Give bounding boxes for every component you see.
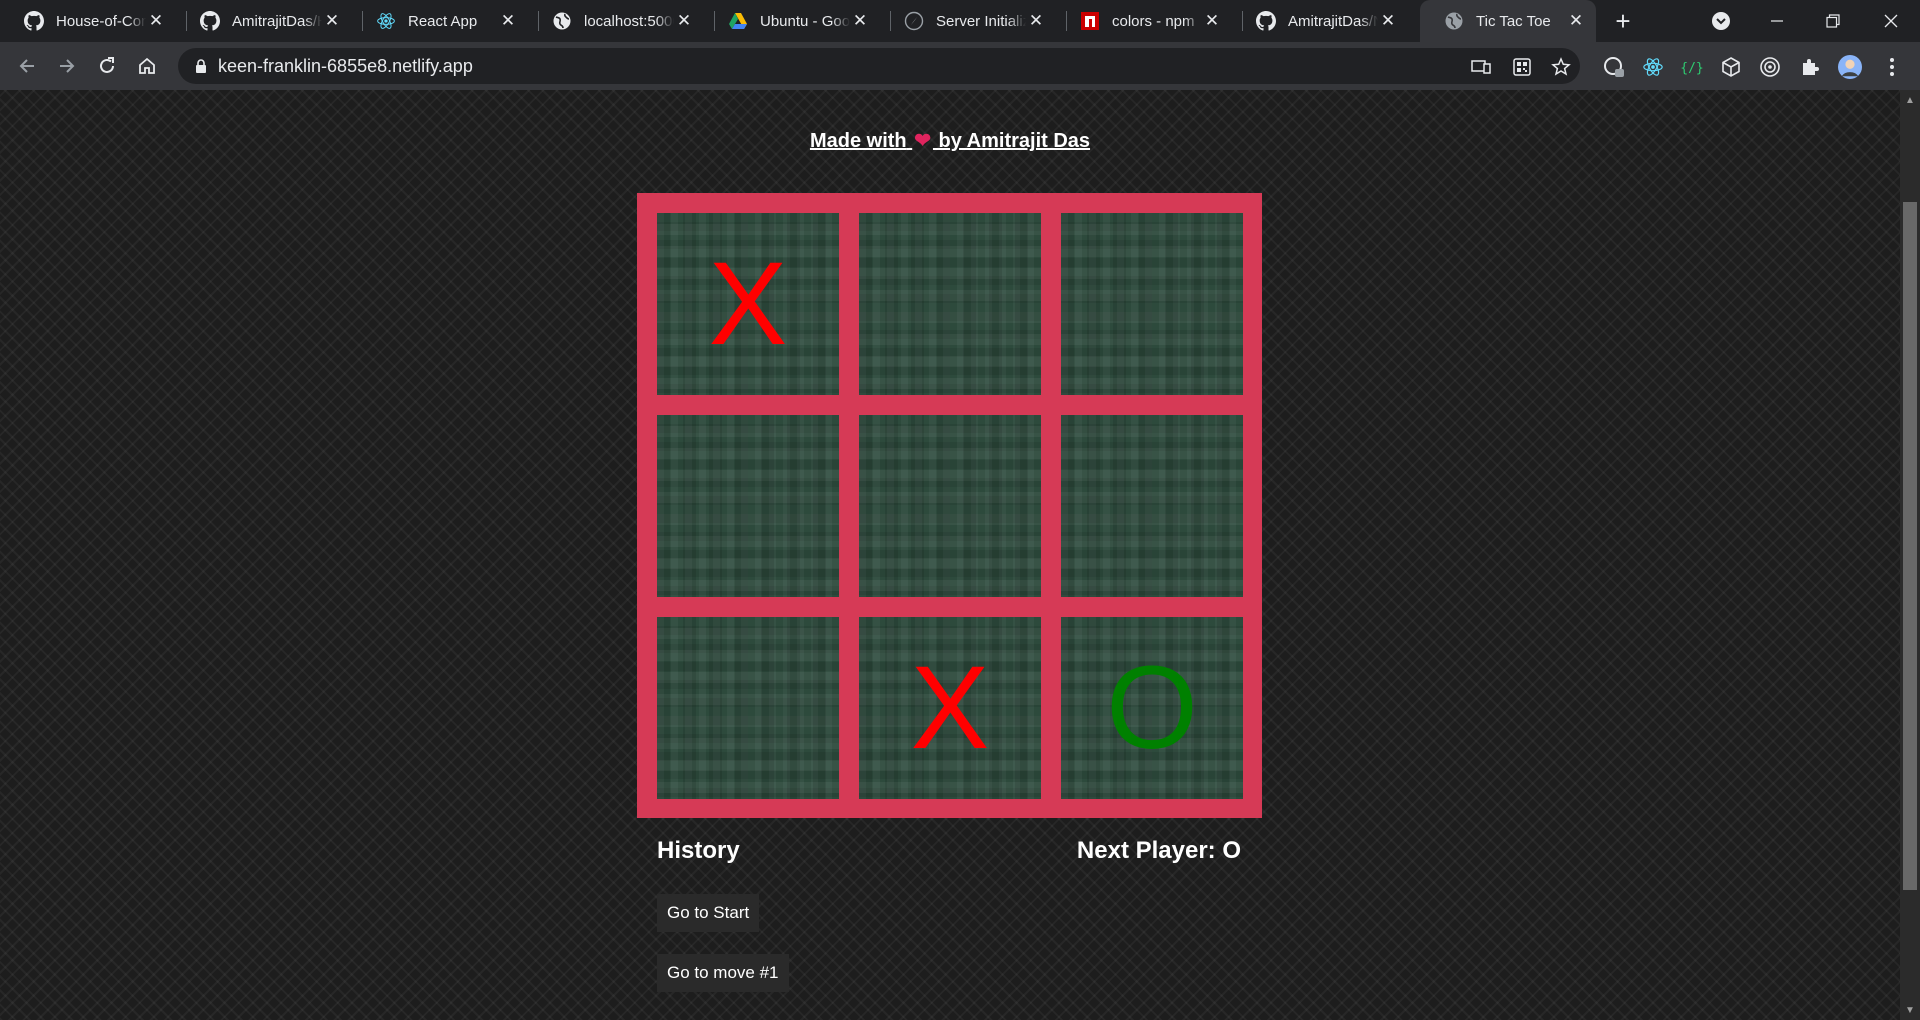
tab-house-of-com[interactable]: House-of-Com ✕ (0, 0, 176, 42)
npm-icon (1080, 11, 1100, 31)
tab-colors-npm[interactable]: colors - npm ✕ (1056, 0, 1232, 42)
minimize-icon (1771, 20, 1783, 22)
restore-icon (1826, 14, 1840, 28)
tab-title: Tic Tac Toe (1476, 12, 1551, 30)
scroll-up-arrow-icon[interactable]: ▲ (1900, 90, 1920, 110)
close-tab-icon[interactable]: ✕ (850, 11, 870, 31)
back-button[interactable] (12, 51, 42, 81)
go-to-move-1-button[interactable]: Go to move #1 (657, 954, 789, 992)
tab-title: Server Initializ (936, 12, 1026, 30)
close-tab-icon[interactable]: ✕ (146, 11, 166, 31)
tab-search-button[interactable] (1706, 6, 1736, 36)
close-tab-icon[interactable]: ✕ (1378, 11, 1398, 31)
extension-cube-icon[interactable] (1719, 55, 1743, 79)
next-player-status: Next Player: O (1076, 837, 1241, 864)
scroll-down-arrow-icon[interactable]: ▼ (1900, 1000, 1920, 1020)
globe-icon (552, 11, 572, 31)
close-icon (1884, 14, 1898, 28)
close-window-button[interactable] (1876, 6, 1906, 36)
arrow-left-icon (19, 59, 34, 73)
url-text[interactable]: keen-franklin-6855e8.netlify.app (218, 56, 473, 77)
scrollbar-thumb[interactable] (1903, 202, 1917, 890)
bookmark-star-icon[interactable] (1550, 56, 1572, 78)
close-tab-icon[interactable]: ✕ (1026, 11, 1046, 31)
game-board: X X O (637, 193, 1262, 818)
board-cell-8[interactable]: X (859, 617, 1041, 799)
github-icon (1256, 11, 1276, 31)
tab-tic-tac-toe[interactable]: Tic Tac Toe ✕ (1420, 0, 1596, 42)
extension-target-icon[interactable] (1758, 55, 1782, 79)
board-cell-3[interactable] (1061, 213, 1243, 395)
arrow-right-icon (60, 59, 75, 73)
google-drive-icon (728, 11, 748, 31)
tab-strip: House-of-Com ✕ AmitrajitDas/H ✕ React Ap… (0, 0, 1920, 42)
tab-title: localhost:5000 (584, 12, 674, 30)
extensions-puzzle-icon[interactable] (1798, 55, 1822, 79)
avatar[interactable] (1838, 55, 1862, 79)
board-cell-9[interactable]: O (1061, 617, 1243, 799)
cell-mark: X (708, 238, 788, 370)
globe-icon (1444, 11, 1464, 31)
browser-toolbar: keen-franklin-6855e8.netlify.app {/} (0, 42, 1920, 90)
board-cell-2[interactable] (859, 213, 1041, 395)
compass-icon (904, 11, 924, 31)
board-cell-7[interactable] (657, 617, 839, 799)
react-icon (376, 11, 396, 31)
credit-text-before: Made with (809, 130, 907, 152)
qr-code-icon[interactable] (1511, 56, 1533, 78)
tab-title: AmitrajitDas/N (1288, 12, 1378, 30)
home-button[interactable] (132, 51, 162, 81)
menu-kebab-icon[interactable] (1880, 55, 1904, 79)
new-tab-button[interactable]: + (1608, 6, 1638, 36)
close-tab-icon[interactable]: ✕ (498, 11, 518, 31)
address-bar[interactable]: keen-franklin-6855e8.netlify.app (178, 48, 1580, 84)
credit-text-after: by Amitrajit Das (938, 130, 1091, 152)
cell-mark: X (910, 642, 990, 774)
close-tab-icon[interactable]: ✕ (322, 11, 342, 31)
restore-button[interactable] (1818, 6, 1848, 36)
react-devtools-icon[interactable] (1641, 55, 1665, 79)
svg-text:{/}: {/} (1681, 61, 1703, 76)
heart-icon: ❤ (914, 130, 931, 152)
board-cell-6[interactable] (1061, 415, 1243, 597)
tab-title: Ubuntu - Goo (760, 12, 850, 30)
tab-ubuntu[interactable]: Ubuntu - Goo ✕ (704, 0, 880, 42)
board-cell-4[interactable] (657, 415, 839, 597)
chevron-down-icon (1712, 12, 1730, 30)
tab-title: React App (408, 12, 478, 30)
extension-stylus-icon[interactable] (1602, 55, 1626, 79)
install-app-icon[interactable] (1470, 56, 1492, 78)
cell-mark: O (1106, 642, 1198, 774)
credit-link[interactable]: Made with ❤ by Amitrajit Das (0, 128, 1900, 153)
close-tab-icon[interactable]: ✕ (674, 11, 694, 31)
lock-icon[interactable] (194, 58, 208, 74)
tab-amitrajitdas-h[interactable]: AmitrajitDas/H ✕ (176, 0, 352, 42)
tab-title: AmitrajitDas/H (232, 12, 322, 30)
tab-localhost[interactable]: localhost:5000 ✕ (528, 0, 704, 42)
github-icon (200, 11, 220, 31)
board-cell-5[interactable] (859, 415, 1041, 597)
minimize-button[interactable] (1762, 6, 1792, 36)
home-icon (139, 57, 155, 74)
tab-server-initializ[interactable]: Server Initializ ✕ (880, 0, 1056, 42)
extension-brackets-icon[interactable]: {/} (1680, 55, 1704, 79)
tab-amitrajitdas-n[interactable]: AmitrajitDas/N ✕ (1232, 0, 1408, 42)
reload-button[interactable] (92, 51, 122, 81)
go-to-start-button[interactable]: Go to Start (657, 894, 760, 932)
forward-button[interactable] (52, 51, 82, 81)
tab-react-app[interactable]: React App ✕ (352, 0, 528, 42)
tab-title: colors - npm (1112, 12, 1195, 30)
page-viewport: Made with ❤ by Amitrajit Das X X O Histo… (0, 90, 1920, 1020)
board-cell-1[interactable]: X (657, 213, 839, 395)
close-tab-icon[interactable]: ✕ (1202, 11, 1222, 31)
history-heading: History (657, 837, 740, 864)
tab-title: House-of-Com (56, 12, 146, 30)
github-icon (24, 11, 44, 31)
close-tab-icon[interactable]: ✕ (1566, 11, 1586, 31)
reload-icon (100, 57, 114, 73)
page-scrollbar[interactable]: ▲ ▼ (1900, 90, 1920, 1020)
